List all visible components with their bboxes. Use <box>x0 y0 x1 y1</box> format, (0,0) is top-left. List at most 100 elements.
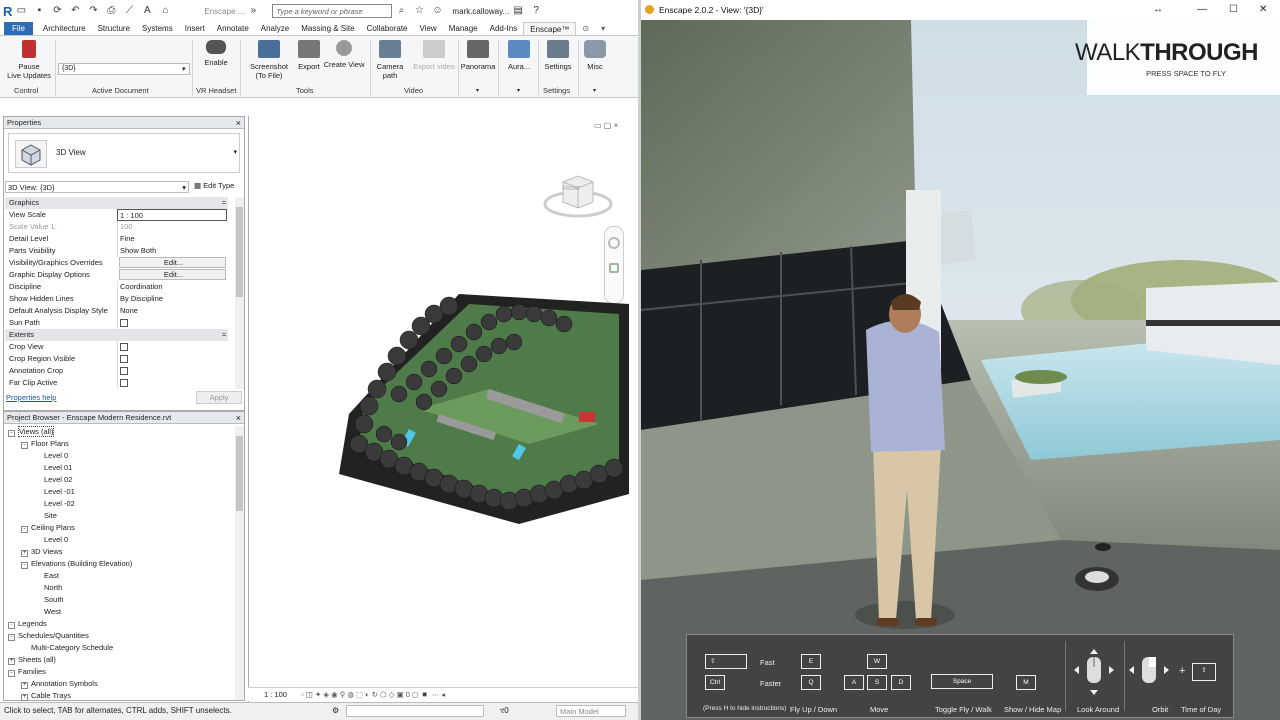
cart-icon[interactable]: ▤ <box>511 4 525 18</box>
tree-item[interactable]: + Sheets (all) <box>8 654 56 666</box>
tree-item[interactable]: Level 0 <box>34 450 68 462</box>
property-checkbox-cell[interactable] <box>117 317 227 329</box>
property-row[interactable]: Crop View <box>5 341 228 353</box>
collapse-icon[interactable]: · <box>8 622 15 629</box>
view-control-icons[interactable]: ▫ ◫ ✦ ◈ ◉ ⚲ ◍ ⬚ ◐ ↻ ⬡ ◇ ▣ 0 ◻ ◾ ⋯ ◂ <box>301 690 445 699</box>
tab-massing-site[interactable]: Massing & Site <box>295 22 360 35</box>
property-row[interactable]: Default Analysis Display Style None <box>5 305 228 317</box>
active-document-select[interactable]: {3D} <box>58 63 190 75</box>
tree-item[interactable]: - Elevations (Building Elevation) <box>21 558 132 570</box>
collapse-section-icon[interactable]: ≈ <box>222 329 226 341</box>
text-icon[interactable]: A <box>140 4 154 18</box>
tab-systems[interactable]: Systems <box>136 22 179 35</box>
maximize-icon[interactable]: ☐ <box>1229 0 1238 20</box>
expand-icon[interactable]: » <box>246 4 260 18</box>
user-icon[interactable]: ☺ <box>430 4 444 18</box>
instance-selector[interactable]: 3D View: {3D} ▾ <box>5 181 189 193</box>
collapse-section-icon[interactable]: ≈ <box>222 197 226 209</box>
properties-scrollbar[interactable] <box>235 197 244 389</box>
tree-item[interactable]: - Schedules/Quantities <box>8 630 89 642</box>
view-scale-value[interactable]: 1 : 100 <box>264 690 287 699</box>
property-row[interactable]: Parts Visibility Show Both <box>5 245 228 257</box>
collapse-icon[interactable]: - <box>21 562 28 569</box>
property-value[interactable]: 1 : 100 <box>117 209 227 221</box>
edit-button[interactable]: Edit... <box>119 257 226 268</box>
tree-item[interactable]: Level -02 <box>34 498 75 510</box>
property-value[interactable]: Fine <box>117 233 227 245</box>
aura-button[interactable]: Aura... <box>503 40 535 71</box>
apply-button[interactable]: Apply <box>196 391 242 404</box>
property-row[interactable]: Detail Level Fine <box>5 233 228 245</box>
close-icon[interactable]: × <box>236 412 241 424</box>
property-row[interactable]: View Scale 1 : 100 <box>5 209 228 221</box>
property-section[interactable]: Extents ≈ <box>5 329 228 341</box>
tree-item[interactable]: North <box>34 582 62 594</box>
property-row[interactable]: Show Hidden Lines By Discipline <box>5 293 228 305</box>
enscape-render-view[interactable] <box>641 20 1280 720</box>
close-icon[interactable]: ✕ <box>1259 0 1267 20</box>
property-row[interactable]: Scale Value 1: 100 <box>5 221 228 233</box>
tree-item[interactable]: South <box>34 594 64 606</box>
collapse-icon[interactable]: - <box>21 442 28 449</box>
panel-expand-icon[interactable]: ▾ <box>476 87 479 94</box>
measure-icon[interactable]: ⟋ <box>122 4 136 18</box>
undo-icon[interactable]: ↶ <box>68 4 82 18</box>
minimize-ribbon-icon[interactable]: ⊙ <box>576 22 595 35</box>
property-row[interactable]: Visibility/Graphics Overrides Edit... <box>5 257 228 269</box>
panel-expand-icon[interactable]: ▾ <box>593 87 596 94</box>
panel-expand-icon[interactable]: ▾ <box>517 87 520 94</box>
viewcube[interactable] <box>541 168 615 220</box>
tree-item[interactable]: Level -01 <box>34 486 75 498</box>
property-value[interactable]: Coordination <box>117 281 227 293</box>
tree-item[interactable]: - Floor Plans <box>21 438 69 450</box>
tree-item[interactable]: + Cable Trays <box>21 690 71 702</box>
tree-item[interactable]: Site <box>34 510 57 522</box>
resize-icon[interactable]: ↔ <box>1153 0 1163 20</box>
close-icon[interactable]: × <box>236 117 241 129</box>
tab-collaborate[interactable]: Collaborate <box>361 22 414 35</box>
export-video-button[interactable]: Export video <box>410 40 458 71</box>
create-view-button[interactable]: Create View <box>322 40 366 69</box>
tree-item[interactable]: West <box>34 606 61 618</box>
tab-architecture[interactable]: Architecture <box>37 22 92 35</box>
expand-icon[interactable]: + <box>21 694 28 701</box>
tree-item[interactable]: Level 02 <box>34 474 72 486</box>
edit-type-button[interactable]: ▦ Edit Type <box>194 181 234 190</box>
panorama-button[interactable]: Panorama <box>459 40 497 71</box>
type-selector[interactable]: 3D View ▾ <box>8 133 240 173</box>
property-row[interactable]: Annotation Crop <box>5 365 228 377</box>
workset-icon[interactable]: ⚙ <box>332 703 339 719</box>
tab-manage[interactable]: Manage <box>443 22 484 35</box>
checkbox[interactable] <box>120 355 128 363</box>
tree-item[interactable]: · Legends <box>8 618 47 630</box>
revit-3d-viewport[interactable]: ▭ ▢ × FRONT <box>248 116 638 702</box>
minimize-icon[interactable]: — <box>1197 0 1207 20</box>
tab-structure[interactable]: Structure <box>92 22 136 35</box>
tree-item[interactable]: Level 01 <box>34 462 72 474</box>
collapse-icon[interactable]: - <box>8 430 15 437</box>
tree-item[interactable]: - Families <box>8 666 46 678</box>
tree-item[interactable]: - Ceiling Plans <box>21 522 75 534</box>
navigation-bar[interactable] <box>604 226 624 304</box>
collapse-icon[interactable]: - <box>8 634 15 641</box>
user-name[interactable]: mark.calloway... <box>452 7 509 16</box>
help-search-input[interactable]: Type a keyword or phrase <box>272 4 393 18</box>
revit-logo[interactable]: R <box>3 4 12 19</box>
ribbon-options-icon[interactable]: ▾ <box>595 22 611 35</box>
tree-item[interactable]: Level 0 <box>34 534 68 546</box>
sync-icon[interactable]: ⟳ <box>50 4 64 18</box>
tree-item[interactable]: Multi-Category Schedule <box>21 642 113 654</box>
checkbox[interactable] <box>120 343 128 351</box>
star-icon[interactable]: ☆ <box>412 4 426 18</box>
search-icon[interactable]: ⌕ <box>394 4 408 18</box>
collapse-icon[interactable]: - <box>8 670 15 677</box>
property-row[interactable]: Crop Region Visible <box>5 353 228 365</box>
tree-item[interactable]: +3D Views <box>21 546 63 558</box>
3d-view-icon[interactable]: ⌂ <box>158 4 172 18</box>
pause-live-updates-button[interactable]: Pause Live Updates <box>6 40 52 80</box>
property-row[interactable]: Sun Path <box>5 317 228 329</box>
vr-enable-button[interactable]: Enable <box>198 40 234 67</box>
screenshot-button[interactable]: Screenshot (To File) <box>246 40 292 80</box>
zoom-icon[interactable] <box>609 263 619 273</box>
tab-add-ins[interactable]: Add-Ins <box>484 22 524 35</box>
